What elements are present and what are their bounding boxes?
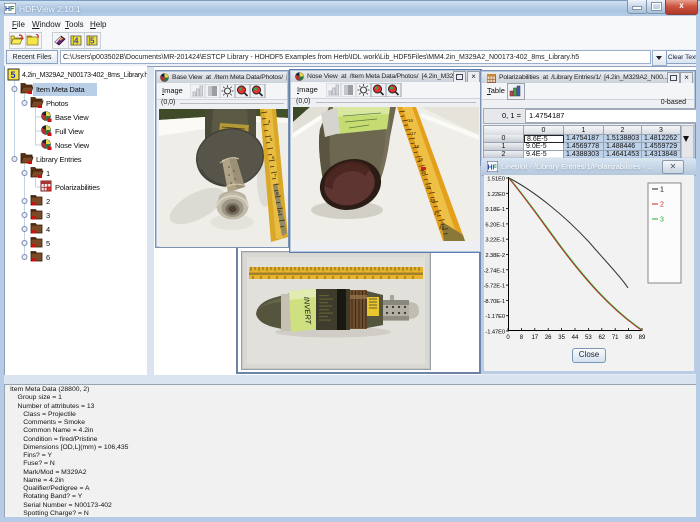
svg-text:71: 71: [612, 335, 619, 341]
svg-text:9.18E-1: 9.18E-1: [485, 207, 505, 213]
svg-text:3: 3: [660, 217, 664, 224]
svg-text:5: 5: [90, 37, 95, 46]
svg-text:4: 4: [74, 37, 79, 46]
svg-text:2.38E-2: 2.38E-2: [485, 253, 505, 259]
svg-text:27: 27: [434, 211, 440, 216]
svg-text:-5.72E-1: -5.72E-1: [484, 284, 505, 290]
svg-text:16: 16: [408, 118, 414, 123]
svg-text:53: 53: [585, 335, 592, 341]
svg-text:89: 89: [639, 335, 646, 341]
svg-text:26: 26: [430, 198, 436, 203]
svg-text:80: 80: [625, 335, 632, 341]
svg-text:26: 26: [545, 335, 552, 341]
svg-text:-2.74E-1: -2.74E-1: [484, 268, 505, 274]
svg-text:19: 19: [418, 157, 424, 162]
svg-text:-1.17E0: -1.17E0: [485, 314, 505, 320]
svg-text:28: 28: [439, 225, 445, 230]
svg-text:17: 17: [531, 335, 538, 341]
svg-text:1.51E0: 1.51E0: [487, 177, 505, 183]
svg-text:2: 2: [660, 202, 664, 209]
svg-text:62: 62: [598, 335, 605, 341]
svg-text:F: F: [10, 6, 15, 13]
svg-text:-1.47E0: -1.47E0: [485, 330, 505, 336]
svg-text:1.22E0: 1.22E0: [487, 192, 505, 198]
svg-text:44: 44: [572, 335, 579, 341]
svg-text:17: 17: [411, 131, 417, 136]
svg-text:3.22E-1: 3.22E-1: [485, 238, 505, 244]
svg-text:20: 20: [421, 170, 427, 175]
svg-text:6.20E-1: 6.20E-1: [485, 222, 505, 228]
svg-text:1: 1: [660, 187, 664, 194]
svg-text:35: 35: [558, 335, 565, 341]
svg-text:5: 5: [11, 70, 16, 80]
svg-text:25: 25: [426, 185, 432, 190]
svg-text:18: 18: [414, 144, 420, 149]
svg-text:-8.70E-1: -8.70E-1: [484, 299, 505, 305]
svg-text:F: F: [493, 165, 498, 172]
